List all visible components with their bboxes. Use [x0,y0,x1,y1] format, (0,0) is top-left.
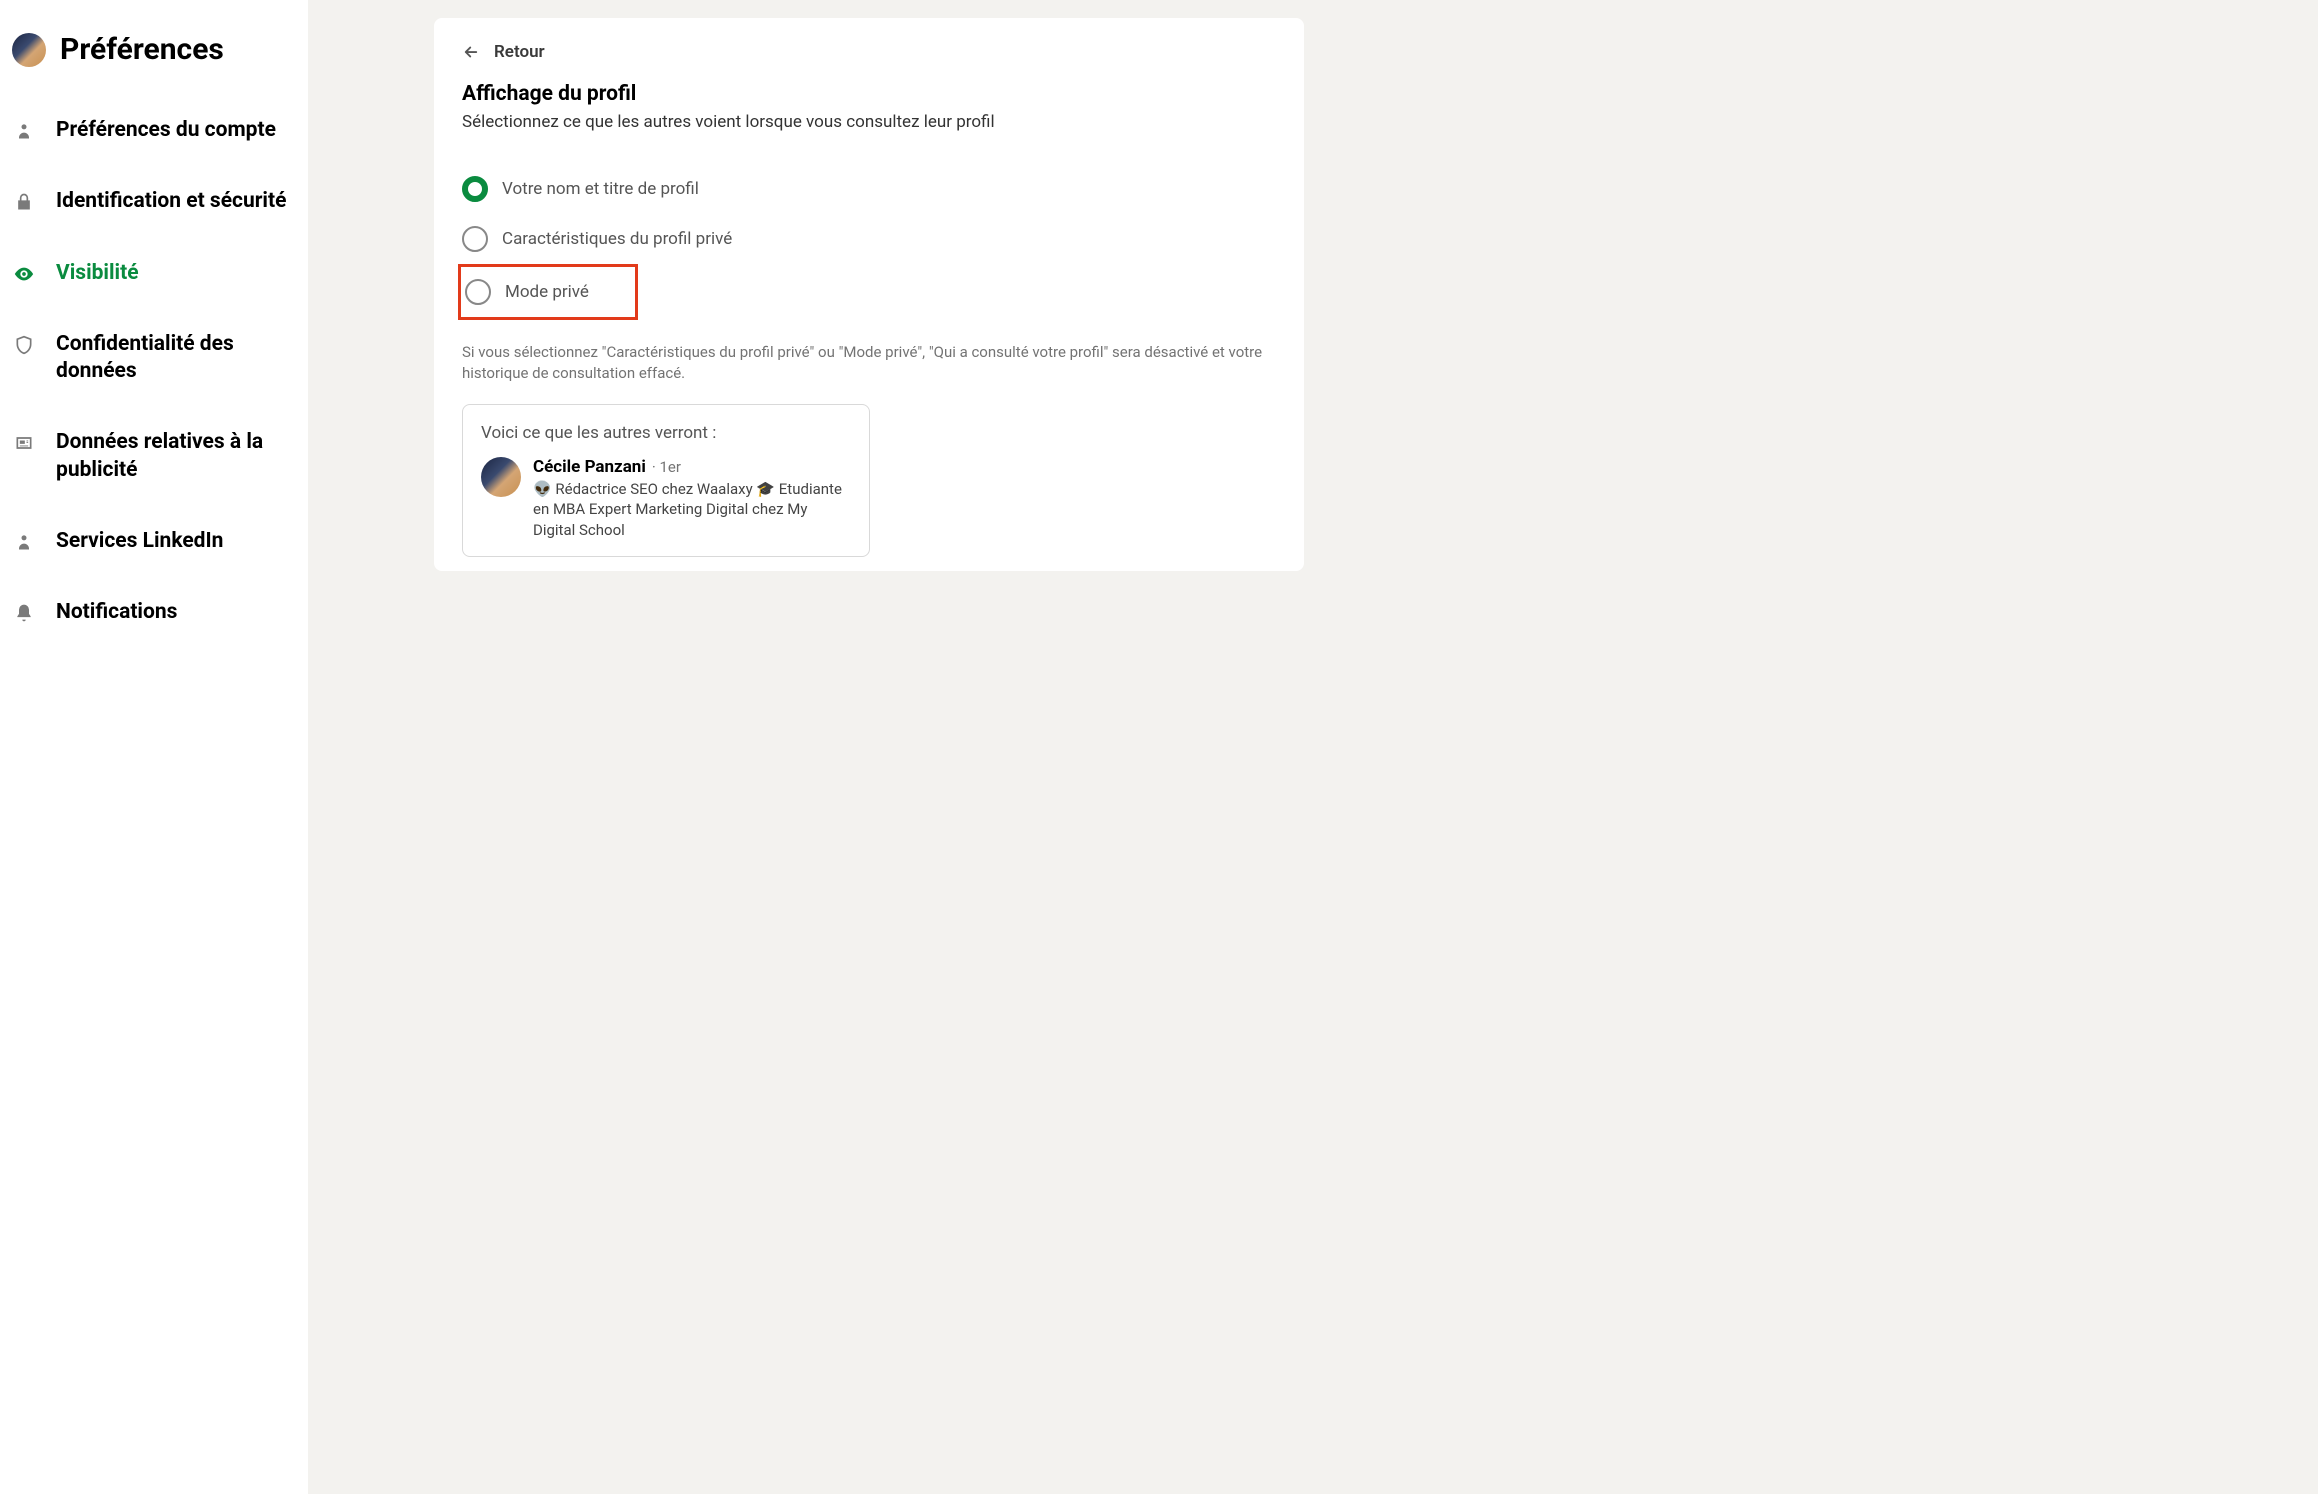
sidebar-item-label: Confidentialité des données [56,331,292,386]
sidebar: Préférences Préférences du compte Identi… [0,0,308,1494]
newspaper-icon [12,431,36,455]
sidebar-item-advertising[interactable]: Données relatives à la publicité [0,407,308,506]
radio-label: Caractéristiques du profil privé [502,229,732,249]
person-icon [12,119,36,143]
radio-indicator [465,279,491,305]
sidebar-item-label: Visibilité [56,260,139,287]
preview-name: Cécile Panzani [533,457,646,477]
page-title: Préférences [60,32,224,67]
sidebar-item-label: Notifications [56,599,177,626]
eye-icon [12,262,36,286]
radio-option-name-title[interactable]: Votre nom et titre de profil [462,164,1276,214]
sidebar-item-visibility[interactable]: Visibilité [0,238,308,309]
radio-group: Votre nom et titre de profil Caractérist… [462,164,1276,320]
preview-avatar [481,457,521,497]
preview-profile: Cécile Panzani · 1er 👽 Rédactrice SEO ch… [481,457,851,540]
sidebar-item-linkedin-services[interactable]: Services LinkedIn [0,506,308,577]
sidebar-item-account-prefs[interactable]: Préférences du compte [0,95,308,166]
main-content: Retour Affichage du profil Sélectionnez … [308,0,2318,1494]
preview-title: Voici ce que les autres verront : [481,423,851,443]
sidebar-item-security[interactable]: Identification et sécurité [0,166,308,237]
radio-label: Mode privé [505,282,589,302]
radio-option-private-characteristics[interactable]: Caractéristiques du profil privé [462,214,1276,264]
sidebar-item-data-privacy[interactable]: Confidentialité des données [0,309,308,408]
sidebar-item-label: Données relatives à la publicité [56,429,292,484]
info-text: Si vous sélectionnez "Caractéristiques d… [462,342,1276,384]
sidebar-item-notifications[interactable]: Notifications [0,577,308,648]
preview-info: Cécile Panzani · 1er 👽 Rédactrice SEO ch… [533,457,851,540]
radio-label: Votre nom et titre de profil [502,179,699,199]
person-icon [12,530,36,554]
preview-headline: 👽 Rédactrice SEO chez Waalaxy 🎓 Etudiant… [533,479,851,540]
sidebar-item-label: Services LinkedIn [56,528,223,555]
radio-option-private-mode[interactable]: Mode privé [458,264,638,320]
preview-degree: · 1er [652,458,681,476]
arrow-left-icon [462,43,480,61]
back-button[interactable]: Retour [462,42,1276,62]
lock-icon [12,190,36,214]
sidebar-item-label: Préférences du compte [56,117,276,144]
section-title: Affichage du profil [462,82,1276,106]
avatar[interactable] [12,33,46,67]
preview-box: Voici ce que les autres verront : Cécile… [462,404,870,557]
bell-icon [12,601,36,625]
radio-indicator [462,226,488,252]
radio-indicator [462,176,488,202]
shield-icon [12,333,36,357]
sidebar-item-label: Identification et sécurité [56,188,286,215]
sidebar-header: Préférences [0,20,308,95]
preview-name-row: Cécile Panzani · 1er [533,457,851,477]
section-subtitle: Sélectionnez ce que les autres voient lo… [462,112,1276,132]
back-label: Retour [494,42,545,62]
settings-card: Retour Affichage du profil Sélectionnez … [434,18,1304,571]
